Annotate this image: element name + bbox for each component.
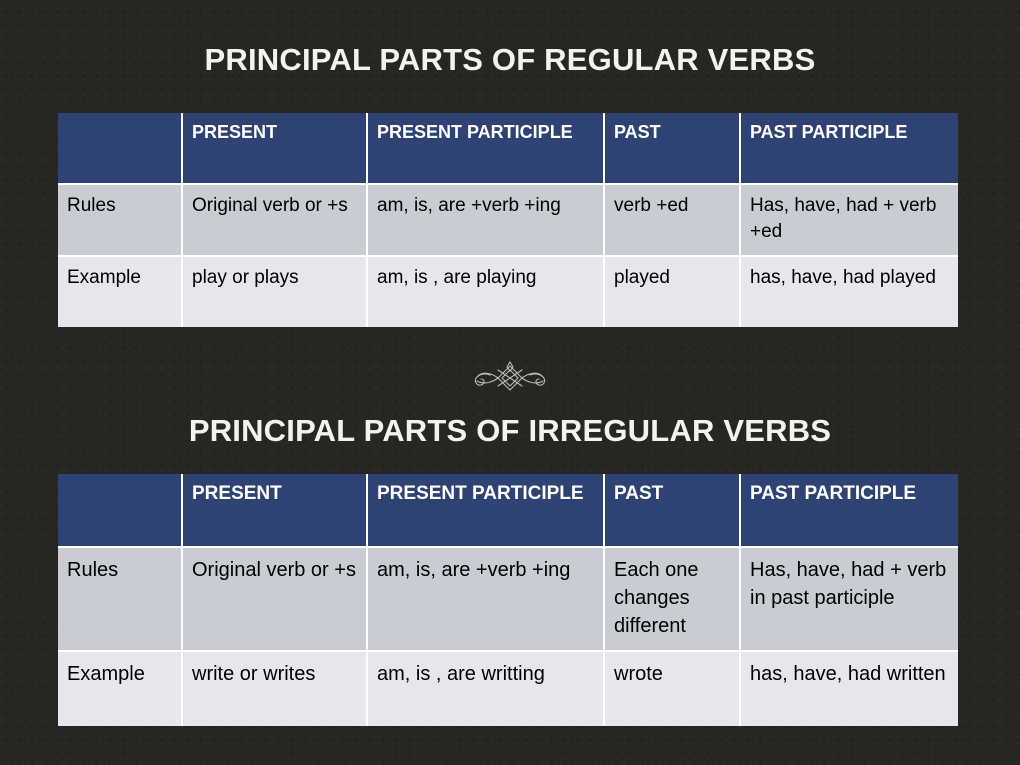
cell-present-participle: am, is , are writting bbox=[368, 652, 605, 726]
irregular-verbs-table: PRESENT PRESENT PARTICIPLE PAST PAST PAR… bbox=[58, 474, 958, 726]
table-header-row: PRESENT PRESENT PARTICIPLE PAST PAST PAR… bbox=[58, 113, 958, 185]
page-title-regular-verbs: PRINCIPAL PARTS OF REGULAR VERBS bbox=[204, 42, 816, 77]
cell-past: played bbox=[605, 257, 741, 327]
column-header-present: PRESENT bbox=[183, 113, 368, 185]
column-header-present-participle: PRESENT PARTICIPLE bbox=[368, 113, 605, 185]
cell-past-participle: has, have, had played bbox=[741, 257, 958, 327]
column-header-past-participle: PAST PARTICIPLE bbox=[741, 474, 958, 548]
cell-present: play or plays bbox=[183, 257, 368, 327]
regular-verbs-table: PRESENT PRESENT PARTICIPLE PAST PAST PAR… bbox=[58, 113, 958, 327]
cell-present: Original verb or +s bbox=[183, 185, 368, 257]
page-title-irregular-verbs: PRINCIPAL PARTS OF IRREGULAR VERBS bbox=[188, 413, 832, 448]
cell-past: wrote bbox=[605, 652, 741, 726]
cell-present: write or writes bbox=[183, 652, 368, 726]
table-row-example: Example play or plays am, is , are playi… bbox=[58, 257, 958, 327]
cell-past: Each one changes different bbox=[605, 548, 741, 652]
row-label-example: Example bbox=[58, 652, 183, 726]
column-header-past: PAST bbox=[605, 113, 741, 185]
cell-present-participle: am, is , are playing bbox=[368, 257, 605, 327]
cell-past: verb +ed bbox=[605, 185, 741, 257]
table-header-row: PRESENT PRESENT PARTICIPLE PAST PAST PAR… bbox=[58, 474, 958, 548]
column-header-blank bbox=[58, 113, 183, 185]
cell-present-participle: am, is, are +verb +ing bbox=[368, 185, 605, 257]
slide-canvas: PRINCIPAL PARTS OF REGULAR VERBS PRESENT… bbox=[0, 0, 1020, 765]
decorative-flourish-icon bbox=[460, 358, 560, 398]
column-header-blank bbox=[58, 474, 183, 548]
row-label-rules: Rules bbox=[58, 548, 183, 652]
cell-past-participle: Has, have, had + verb in past participle bbox=[741, 548, 958, 652]
column-header-past-participle: PAST PARTICIPLE bbox=[741, 113, 958, 185]
cell-past-participle: Has, have, had + verb +ed bbox=[741, 185, 958, 257]
column-header-present: PRESENT bbox=[183, 474, 368, 548]
table-row-example: Example write or writes am, is , are wri… bbox=[58, 652, 958, 726]
row-label-example: Example bbox=[58, 257, 183, 327]
row-label-rules: Rules bbox=[58, 185, 183, 257]
cell-past-participle: has, have, had written bbox=[741, 652, 958, 726]
column-header-past: PAST bbox=[605, 474, 741, 548]
cell-present-participle: am, is, are +verb +ing bbox=[368, 548, 605, 652]
table-row-rules: Rules Original verb or +s am, is, are +v… bbox=[58, 548, 958, 652]
cell-present: Original verb or +s bbox=[183, 548, 368, 652]
table-row-rules: Rules Original verb or +s am, is, are +v… bbox=[58, 185, 958, 257]
column-header-present-participle: PRESENT PARTICIPLE bbox=[368, 474, 605, 548]
